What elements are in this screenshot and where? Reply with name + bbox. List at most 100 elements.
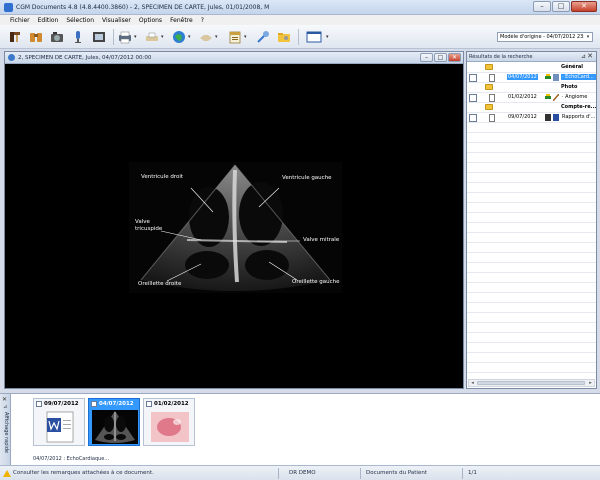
echocardiogram-image: Ventricule droit Ventricule gauche Valve… xyxy=(129,162,342,293)
thumbnail-card[interactable]: 01/02/2012 xyxy=(143,398,195,446)
thumbnail-caption: 04/07/2012 : EchoCardiaque... xyxy=(33,456,110,462)
printer-icon[interactable] xyxy=(118,30,132,44)
word-document-icon xyxy=(46,411,74,443)
status-separator xyxy=(278,468,279,479)
model-select[interactable]: Modèle d'origine - 04/07/2012 23:3€ ▾ xyxy=(497,32,593,42)
result-group-row[interactable]: Compte-re... xyxy=(467,103,596,113)
result-item-row[interactable]: 09/07/2012 Rapports d'... xyxy=(467,113,596,123)
calendar-dropdown-icon[interactable]: ▾ xyxy=(244,34,247,40)
echocardiogram-thumbnail xyxy=(92,410,138,444)
result-checkbox[interactable] xyxy=(469,94,477,102)
scalpel-icon xyxy=(553,94,559,101)
quick-view-tab[interactable]: ✕ ⊿ Affichage rapide xyxy=(0,394,11,466)
menu-selection[interactable]: Sélection xyxy=(66,17,94,24)
fax-icon[interactable] xyxy=(145,30,159,44)
thumbnail-card[interactable]: 09/07/2012 xyxy=(33,398,85,446)
calendar-icon[interactable] xyxy=(228,30,242,44)
close-icon[interactable]: ✕ xyxy=(2,396,7,403)
file-icon xyxy=(489,94,495,102)
menu-options[interactable]: Options xyxy=(139,17,162,24)
film-icon[interactable] xyxy=(92,30,106,44)
fax-dropdown-icon[interactable]: ▾ xyxy=(161,34,164,40)
status-bar: Consulter les remarques attachées à ce d… xyxy=(0,465,600,480)
result-item-row[interactable]: 01/02/2012 · Angiome xyxy=(467,93,596,103)
thumbnail-date: 04/07/2012 xyxy=(99,400,134,407)
result-checkbox[interactable] xyxy=(469,114,477,122)
window-layout-icon[interactable] xyxy=(306,30,322,44)
folder-key-icon[interactable] xyxy=(277,30,291,44)
document-icon xyxy=(8,54,15,61)
pin-icon[interactable]: ⊿ xyxy=(3,404,7,410)
thumbnail-card[interactable]: 04/07/2012 xyxy=(88,398,140,446)
result-checkbox[interactable] xyxy=(469,74,477,82)
menu-visualiser[interactable]: Visualiser xyxy=(102,17,131,24)
camera-icon[interactable] xyxy=(50,30,64,44)
scroll-left-icon[interactable]: ◂ xyxy=(469,380,476,386)
status-message: Consulter les remarques attachées à ce d… xyxy=(13,470,154,476)
panel-close-button[interactable]: ✕ xyxy=(587,52,593,60)
pin-icon[interactable]: ⊿ xyxy=(581,53,586,60)
thumbnail-date: 01/02/2012 xyxy=(154,400,189,407)
status-user: DR DEMO xyxy=(289,470,316,476)
thumbnail-checkbox[interactable] xyxy=(146,400,152,407)
result-name: Rapports d'... xyxy=(562,114,596,120)
menu-fenetre[interactable]: Fenêtre xyxy=(170,17,193,24)
window-layout-dropdown-icon[interactable]: ▾ xyxy=(326,34,329,40)
quick-view-strip: ✕ ⊿ Affichage rapide 09/07/2012 04/07/20… xyxy=(0,393,600,466)
label-ventricule-droit: Ventricule droit xyxy=(141,174,184,180)
document-close-button[interactable]: ✕ xyxy=(448,53,461,62)
scanner-icon[interactable] xyxy=(8,30,22,44)
maximize-button[interactable]: □ xyxy=(552,1,570,12)
thumbnail-header: 04/07/2012 xyxy=(89,399,139,408)
folder-icon xyxy=(485,64,493,70)
folder-icon xyxy=(485,104,493,110)
search-results-list: Général 04/07/2012 · EchoCard... Photo 0… xyxy=(467,63,596,388)
word-document-icon xyxy=(553,114,559,121)
globe-icon[interactable] xyxy=(172,30,186,44)
result-group-name: Général xyxy=(561,64,583,70)
document-minimize-button[interactable]: – xyxy=(420,53,433,62)
binoculars-icon[interactable] xyxy=(29,30,43,44)
result-group-row[interactable]: Général xyxy=(467,63,596,73)
toolbar-separator xyxy=(298,29,299,45)
globe-dropdown-icon[interactable]: ▾ xyxy=(188,34,191,40)
microphone-icon[interactable] xyxy=(71,30,85,44)
result-name: · Angiome xyxy=(562,94,588,100)
document-maximize-button[interactable]: □ xyxy=(434,53,447,62)
result-date: 01/02/2012 xyxy=(508,94,537,100)
status-page: 1/1 xyxy=(468,470,477,476)
menu-help[interactable]: ? xyxy=(201,17,204,24)
folder-icon xyxy=(485,84,493,90)
result-group-name: Photo xyxy=(561,84,578,90)
status-separator xyxy=(462,468,463,479)
handshake-dropdown-icon[interactable]: ▾ xyxy=(215,34,218,40)
minimize-button[interactable]: – xyxy=(533,1,551,12)
status-separator xyxy=(360,468,361,479)
printer-dropdown-icon[interactable]: ▾ xyxy=(134,34,137,40)
menu-edition[interactable]: Edition xyxy=(38,17,59,24)
thumbnail-checkbox[interactable] xyxy=(36,400,42,407)
handshake-icon[interactable] xyxy=(199,30,213,44)
horizontal-scrollbar[interactable]: ◂ ▸ xyxy=(468,379,595,387)
warning-icon xyxy=(3,470,11,477)
tools-icon[interactable] xyxy=(256,30,270,44)
result-date: 09/07/2012 xyxy=(508,114,537,120)
scrollbar-thumb[interactable] xyxy=(477,381,585,385)
document-viewer: 2, SPECIMEN DE CARTE, Jules, 04/07/2012 … xyxy=(4,51,464,389)
label-ventricule-gauche: Ventricule gauche xyxy=(282,175,332,181)
search-results-title: Résultats de la recherche xyxy=(469,53,533,60)
menu-bar: Fichier Edition Sélection Visualiser Opt… xyxy=(0,15,600,25)
title-bar: CGM Documents 4.8 (4.8.4400.3860) - 2, S… xyxy=(0,0,600,15)
result-group-row[interactable]: Photo xyxy=(467,83,596,93)
chevron-down-icon[interactable]: ▾ xyxy=(584,34,592,40)
window-title: CGM Documents 4.8 (4.8.4400.3860) - 2, S… xyxy=(16,3,270,11)
menu-fichier[interactable]: Fichier xyxy=(10,17,30,24)
close-button[interactable]: ✕ xyxy=(571,1,597,12)
link-icon xyxy=(545,94,551,99)
link-icon xyxy=(545,74,551,79)
search-results-panel: Résultats de la recherche ⊿ ✕ Général 04… xyxy=(466,51,597,389)
thumbnail-checkbox[interactable] xyxy=(91,400,97,407)
result-item-row[interactable]: 04/07/2012 · EchoCard... xyxy=(467,73,596,83)
scroll-right-icon[interactable]: ▸ xyxy=(587,380,594,386)
label-valve-mitrale: Valve mitrale xyxy=(303,237,340,243)
